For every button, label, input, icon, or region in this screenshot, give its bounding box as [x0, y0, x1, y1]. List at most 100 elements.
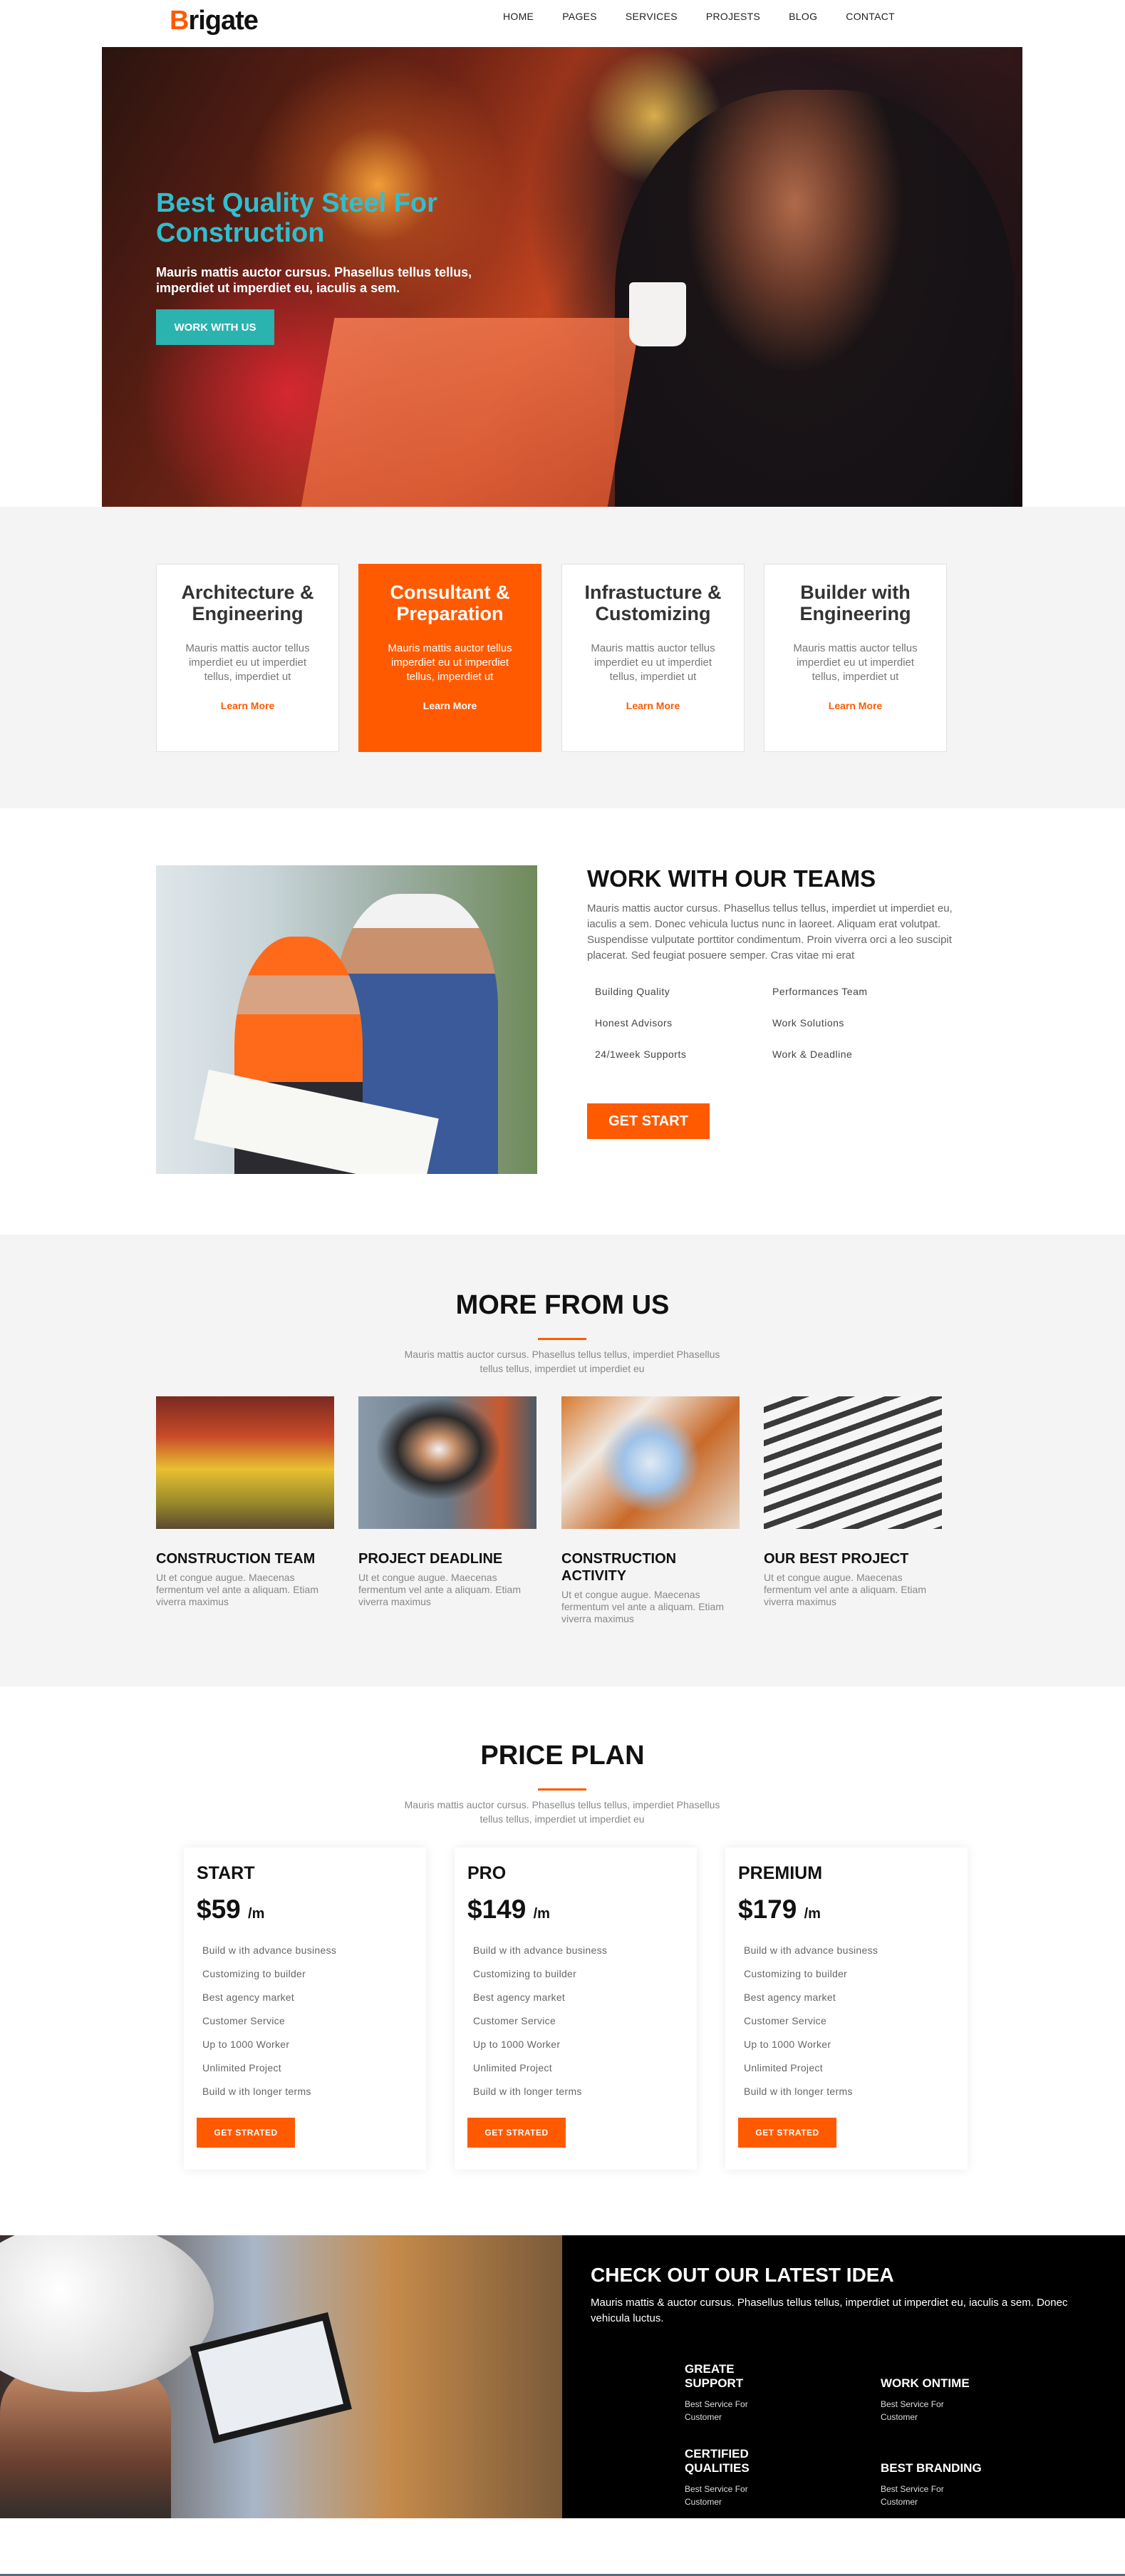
plan-feature: Build w ith longer terms: [473, 2086, 582, 2097]
learn-more-link[interactable]: Learn More: [359, 700, 541, 711]
more-subtitle: Mauris mattis auctor cursus. Phasellus t…: [404, 1349, 720, 1374]
site-header: Brigate HOME PAGES SERVICES PROJESTS BLO…: [0, 0, 1125, 47]
more-card[interactable]: CONSTRUCTION ACTIVITY Ut et congue augue…: [561, 1396, 740, 1625]
price-card-start: START $59 /m Build w ith advance busines…: [184, 1848, 426, 2170]
more-card-text: Ut et congue augue. Maecenas fermentum v…: [561, 1589, 724, 1624]
service-text: Mauris mattis auctor tellus imperdiet eu…: [793, 642, 918, 683]
plan-name: PREMIUM: [738, 1863, 823, 1883]
feature-item: Work & Deadline: [772, 1049, 853, 1060]
nav-blog[interactable]: BLOG: [789, 11, 817, 22]
service-text: Mauris mattis auctor tellus imperdiet eu…: [388, 642, 512, 683]
idea-item-text: Best Service For Customer: [685, 2399, 748, 2422]
plan-name: PRO: [467, 1863, 507, 1883]
service-card: Infrastucture & Customizing Mauris matti…: [561, 564, 745, 752]
building-image: [764, 1396, 942, 1529]
price-card-premium: PREMIUM $179 /m Build w ith advance busi…: [725, 1848, 968, 2170]
engineer-tablet-image: [0, 2235, 562, 2518]
more-card-text: Ut et congue augue. Maecenas fermentum v…: [764, 1572, 926, 1607]
pricing-title: PRICE PLAN: [480, 1741, 645, 1771]
title-underline: [538, 1788, 586, 1791]
service-card: Architecture & Engineering Mauris mattis…: [156, 564, 339, 752]
worker-image: [358, 1396, 536, 1529]
idea-item: GREATE SUPPORT Best Service For Customer: [685, 2362, 827, 2423]
plan-price: $149 /m: [467, 1895, 550, 1924]
footer: [0, 2518, 1125, 2576]
service-card: Builder with Engineering Mauris mattis a…: [764, 564, 947, 752]
more-card[interactable]: CONSTRUCTION TEAM Ut et congue augue. Ma…: [156, 1396, 334, 1608]
pricing-section: PRICE PLAN Mauris mattis auctor cursus. …: [0, 1686, 1125, 2235]
learn-more-link[interactable]: Learn More: [764, 700, 946, 711]
idea-title: CHECK OUT OUR LATEST IDEA: [591, 2264, 894, 2286]
feature-item: Work Solutions: [772, 1017, 844, 1029]
plan-feature: Build w ith longer terms: [202, 2086, 311, 2097]
service-title: Architecture & Engineering: [181, 582, 314, 624]
plan-feature: Up to 1000 Worker: [744, 2039, 831, 2050]
more-section: MORE FROM US Mauris mattis auctor cursus…: [0, 1235, 1125, 1686]
feature-item: Building Quality: [595, 986, 670, 997]
idea-item-text: Best Service For Customer: [685, 2484, 748, 2507]
learn-more-link[interactable]: Learn More: [157, 700, 338, 711]
idea-item-title: WORK ONTIME: [881, 2376, 970, 2390]
plan-feature: Build w ith advance business: [744, 1944, 878, 1956]
idea-item-text: Best Service For Customer: [881, 2399, 944, 2422]
get-started-button[interactable]: GET STRATED: [197, 2118, 295, 2148]
plan-features: Build w ith advance business Customizing…: [744, 1944, 878, 2109]
hero-title: Best Quality Steel For Construction: [156, 188, 437, 248]
hero-laptop-image: [296, 318, 641, 507]
nav-contact[interactable]: CONTACT: [846, 11, 895, 22]
learn-more-link[interactable]: Learn More: [562, 700, 744, 711]
idea-item: WORK ONTIME Best Service For Customer: [881, 2376, 1023, 2423]
plan-features: Build w ith advance business Customizing…: [202, 1944, 336, 2109]
more-card[interactable]: OUR BEST PROJECT Ut et congue augue. Mae…: [764, 1396, 942, 1608]
nav-pages[interactable]: PAGES: [562, 11, 597, 22]
get-started-button[interactable]: GET STRATED: [738, 2118, 836, 2148]
more-card-title: CONSTRUCTION TEAM: [156, 1551, 316, 1567]
idea-item-title: BEST BRANDING: [881, 2461, 982, 2475]
plan-feature: Customizing to builder: [473, 1968, 577, 1979]
plan-name: START: [197, 1863, 255, 1883]
more-card-title: PROJECT DEADLINE: [358, 1551, 503, 1567]
latest-idea-section: CHECK OUT OUR LATEST IDEA Mauris mattis …: [0, 2235, 1125, 2518]
nav-services[interactable]: SERVICES: [626, 11, 678, 22]
service-text: Mauris mattis auctor tellus imperdiet eu…: [185, 642, 310, 683]
hero-text: Mauris mattis auctor cursus. Phasellus t…: [156, 265, 472, 295]
plan-feature: Unlimited Project: [202, 2062, 281, 2073]
more-card-title: CONSTRUCTION ACTIVITY: [561, 1551, 677, 1584]
feature-item: 24/1week Supports: [595, 1049, 687, 1060]
plan-feature: Customizing to builder: [202, 1968, 306, 1979]
idea-item: CERTIFIED QUALITIES Best Service For Cus…: [685, 2447, 827, 2508]
main-nav: HOME PAGES SERVICES PROJESTS BLOG CONTAC…: [503, 11, 923, 22]
service-title: Consultant & Preparation: [390, 582, 510, 624]
idea-item: BEST BRANDING Best Service For Customer: [881, 2461, 1023, 2508]
service-card-active: Consultant & Preparation Mauris mattis a…: [358, 564, 541, 752]
feature-item: Honest Advisors: [595, 1017, 673, 1029]
title-underline: [538, 1338, 586, 1340]
idea-text: Mauris mattis & auctor cursus. Phasellus…: [591, 2297, 1068, 2324]
work-with-us-button[interactable]: WORK WITH US: [156, 309, 274, 345]
more-card-text: Ut et congue augue. Maecenas fermentum v…: [358, 1572, 521, 1607]
logo[interactable]: Brigate: [170, 6, 259, 36]
plan-features: Build w ith advance business Customizing…: [473, 1944, 607, 2109]
service-text: Mauris mattis auctor tellus imperdiet eu…: [591, 642, 715, 683]
get-started-button[interactable]: GET STRATED: [467, 2118, 566, 2148]
hero-banner: Best Quality Steel For Construction Maur…: [102, 47, 1022, 507]
hard-hat-image: [0, 2235, 214, 2392]
get-start-button[interactable]: GET START: [587, 1103, 710, 1139]
teams-section: WORK WITH OUR TEAMS Mauris mattis auctor…: [0, 808, 1125, 1235]
more-card[interactable]: PROJECT DEADLINE Ut et congue augue. Mae…: [358, 1396, 536, 1608]
plan-feature: Build w ith advance business: [202, 1944, 337, 1956]
plan-feature: Build w ith longer terms: [744, 2086, 853, 2097]
plan-feature: Best agency market: [473, 1992, 566, 2003]
teams-title: WORK WITH OUR TEAMS: [587, 865, 876, 892]
hero-cup-image: [629, 282, 686, 346]
plan-feature: Customizing to builder: [744, 1968, 848, 1979]
tablet-image: [190, 2312, 352, 2444]
feature-item: Performances Team: [772, 986, 868, 997]
nav-home[interactable]: HOME: [503, 11, 534, 22]
nav-projects[interactable]: PROJESTS: [706, 11, 760, 22]
more-title: MORE FROM US: [455, 1290, 670, 1320]
more-card-title: OUR BEST PROJECT: [764, 1551, 909, 1567]
engineers-photo: [156, 865, 537, 1174]
idea-item-title: GREATE SUPPORT: [685, 2362, 744, 2390]
plan-price: $59 /m: [197, 1895, 265, 1924]
